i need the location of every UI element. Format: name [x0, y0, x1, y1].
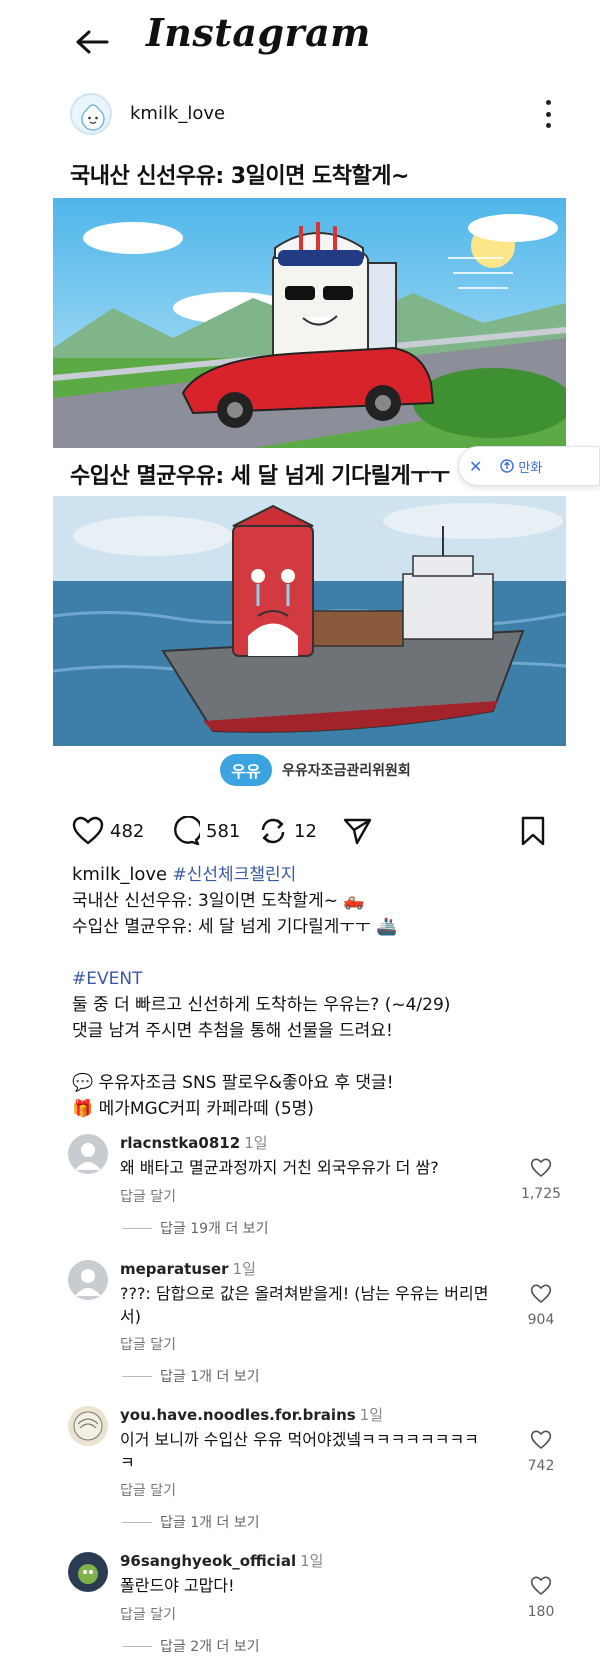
avatar[interactable] [68, 1260, 108, 1300]
close-icon[interactable]: ✕ [469, 457, 482, 476]
manhwa-label: 만화 [518, 460, 543, 476]
repost-icon [261, 818, 285, 844]
default-user-icon [75, 1143, 101, 1170]
comment-like-button[interactable]: 1,725 [516, 1158, 566, 1202]
app-logo: Instagram [146, 10, 371, 55]
comment-text: 왜 배타고 멸균과정까지 거친 외국우유가 더 쌈? [120, 1158, 439, 1177]
reply-button[interactable]: 답글 달기 [120, 1480, 176, 1500]
caption-line: 🎁 메가MGC커피 카페라떼 (5명) [72, 1099, 314, 1119]
view-replies-label: 답글 19개 더 보기 [160, 1221, 269, 1237]
comment-like-count: 742 [527, 1458, 555, 1474]
comment-button[interactable]: 581 [170, 816, 240, 846]
view-replies-label: 답글 1개 더 보기 [160, 1515, 260, 1531]
post-header: kmilk_love [70, 93, 560, 137]
default-user-icon [75, 1269, 101, 1296]
view-replies-button[interactable]: 답글 19개 더 보기 [122, 1218, 268, 1238]
noodle-avatar-icon [73, 1411, 103, 1441]
arrow-circle-icon [500, 459, 515, 473]
comment-count: 581 [206, 820, 241, 842]
heart-icon [530, 1158, 552, 1178]
caption-username[interactable]: kmilk_love [72, 864, 167, 885]
post-image-panel1 [53, 198, 566, 448]
view-replies-label: 답글 2개 더 보기 [160, 1639, 260, 1655]
ad-popup: ✕ 만화 [458, 446, 600, 486]
heart-icon [530, 1430, 552, 1450]
like-count: 482 [110, 820, 145, 842]
repost-count: 12 [294, 820, 317, 842]
comment-bubble-icon [174, 816, 200, 846]
comment-item: 96sanghyeok_official 1일 폴란드야 고맙다! 답글 달기 답… [68, 1552, 568, 1672]
send-icon [343, 818, 372, 845]
comment-text: ???: 담합으로 값은 올려쳐받을게! (남는 우유는 버리면서) [120, 1284, 489, 1326]
reply-button[interactable]: 답글 달기 [120, 1604, 176, 1624]
view-replies-button[interactable]: 답글 1개 더 보기 [122, 1512, 260, 1532]
comment-text: 폴란드야 고맙다! [120, 1576, 235, 1595]
comment-like-button[interactable]: 742 [516, 1430, 566, 1474]
panel1-caption: 국내산 신선우유: 3일이면 도착할게~ [70, 164, 409, 189]
comment-time: 1일 [244, 1134, 268, 1152]
bookmark-icon [521, 816, 545, 846]
share-button[interactable] [342, 816, 372, 846]
top-bar: Instagram [0, 0, 600, 80]
back-arrow-icon[interactable] [72, 22, 112, 62]
comment-time: 1일 [300, 1552, 324, 1570]
comment-item: meparatuser 1일 ???: 담합으로 값은 올려쳐받을게! (남는 우… [68, 1260, 568, 1390]
caption-line: 댓글 남겨 주시면 추첨을 통해 선물을 드려요! [72, 1021, 393, 1041]
comment-like-button[interactable]: 180 [516, 1576, 566, 1620]
manhwa-button[interactable]: 만화 [500, 457, 542, 476]
avatar[interactable] [68, 1552, 108, 1592]
comment-username[interactable]: you.have.noodles.for.brains [120, 1406, 356, 1424]
comment-like-count: 1,725 [520, 1186, 562, 1202]
brand-name: 우유자조금관리위원회 [282, 763, 411, 779]
view-replies-label: 답글 1개 더 보기 [160, 1369, 260, 1385]
comment-username[interactable]: meparatuser [120, 1260, 229, 1278]
caption-line: 둘 중 더 빠르고 신선하게 도착하는 우유는? (~4/29) [72, 995, 451, 1015]
view-replies-button[interactable]: 답글 1개 더 보기 [122, 1366, 260, 1386]
more-options-icon[interactable] [536, 97, 560, 131]
comment-like-count: 904 [527, 1312, 555, 1328]
reply-button[interactable]: 답글 달기 [120, 1186, 176, 1206]
panel2-caption: 수입산 멸균우유: 세 달 넘게 기다릴게ㅜㅜ [70, 464, 450, 489]
hashtag-link[interactable]: #신선체크챌린지 [173, 865, 297, 885]
avatar[interactable] [68, 1406, 108, 1446]
comment-text: 이거 보니까 수입산 우유 먹어야겠넼ㅋㅋㅋㅋㅋㅋㅋㅋㅋ [120, 1430, 479, 1472]
view-replies-button[interactable]: 답글 2개 더 보기 [122, 1636, 260, 1656]
post-actions: 482 581 12 [70, 810, 575, 854]
heart-icon [530, 1576, 552, 1596]
event-hashtag[interactable]: #EVENT [72, 966, 552, 992]
comment-time: 1일 [232, 1260, 256, 1278]
comment-username[interactable]: 96sanghyeok_official [120, 1552, 296, 1570]
post-image-panel2 [53, 496, 566, 746]
caption-line: 수입산 멸균우유: 세 달 넘게 기다릴게ㅜㅜ 🚢 [72, 917, 398, 937]
avatar[interactable] [68, 1134, 108, 1174]
caption-line: 국내산 신선우유: 3일이면 도착할게~ 🛻 [72, 891, 365, 911]
brand-logo: 우유 우유자조금관리위원회 [220, 752, 411, 788]
like-button[interactable]: 482 [72, 816, 144, 846]
heart-icon [530, 1284, 552, 1304]
comment-time: 1일 [359, 1406, 384, 1424]
repost-button[interactable]: 12 [258, 816, 317, 846]
post-username[interactable]: kmilk_love [130, 103, 225, 124]
milk-logo-icon: 우유 [220, 754, 272, 786]
caption-line: 💬 우유자조금 SNS 팔로우&좋아요 후 댓글! [72, 1073, 394, 1093]
post-caption: kmilk_love #신선체크챌린지 국내산 신선우유: 3일이면 도착할게~… [72, 862, 552, 1122]
character-avatar-icon [78, 1564, 98, 1584]
comment-item: rlacnstka0812 1일 왜 배타고 멸균과정까지 거친 외국우유가 더 … [68, 1134, 568, 1254]
avatar[interactable] [70, 93, 112, 135]
save-button[interactable] [520, 816, 546, 846]
comment-like-button[interactable]: 904 [516, 1284, 566, 1328]
heart-icon [72, 816, 104, 845]
comment-username[interactable]: rlacnstka0812 [120, 1134, 240, 1152]
reply-button[interactable]: 답글 달기 [120, 1334, 176, 1354]
comment-like-count: 180 [527, 1604, 555, 1620]
comment-item: you.have.noodles.for.brains 1일 이거 보니까 수입산… [68, 1406, 568, 1536]
